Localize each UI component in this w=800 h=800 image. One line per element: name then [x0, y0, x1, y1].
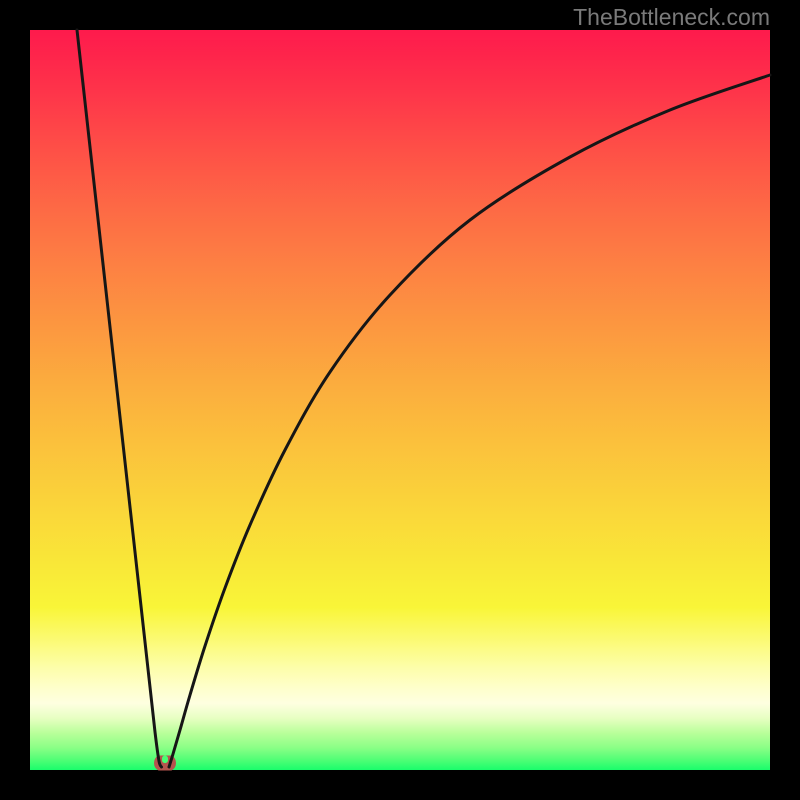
curve-right-branch: [169, 75, 770, 767]
curve-left-branch: [77, 30, 162, 767]
chart-frame: TheBottleneck.com: [0, 0, 800, 800]
plot-area: [30, 30, 770, 770]
watermark-text: TheBottleneck.com: [573, 4, 770, 31]
chart-svg: [30, 30, 770, 770]
